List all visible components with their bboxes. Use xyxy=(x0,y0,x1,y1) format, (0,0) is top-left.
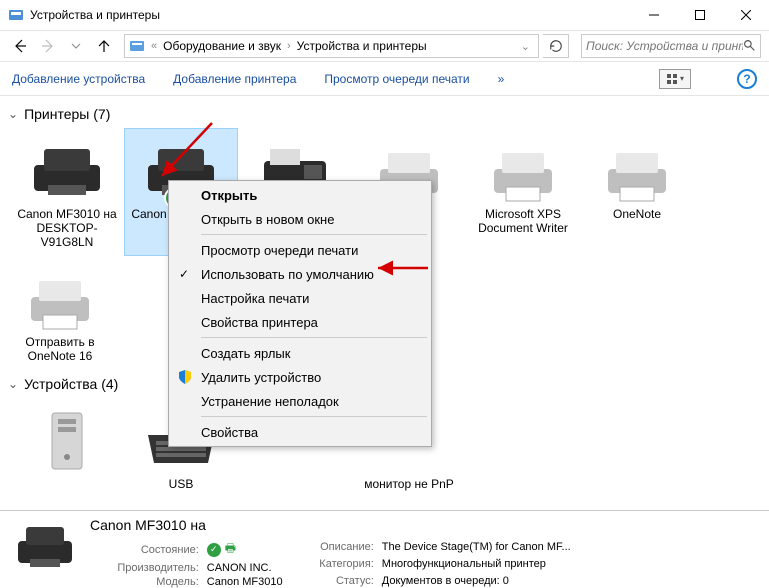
toolbar-overflow[interactable]: » xyxy=(498,72,505,86)
location-icon xyxy=(129,38,145,54)
lbl-category: Категория: xyxy=(310,558,374,570)
window-title: Устройства и принтеры xyxy=(30,8,160,22)
close-button[interactable] xyxy=(723,0,769,30)
up-button[interactable] xyxy=(92,34,116,58)
view-queue-link[interactable]: Просмотр очереди печати xyxy=(324,72,469,86)
state-value: ✓🖶 xyxy=(207,539,236,560)
details-pane: Canon MF3010 на Состояние: ✓🖶 Производит… xyxy=(0,510,769,586)
printer-item[interactable]: Canon MF3010 на DESKTOP-V91G8LN xyxy=(10,128,124,256)
tower-pc-icon xyxy=(24,405,110,475)
val-category: Многофункциональный принтер xyxy=(382,558,580,570)
group-header-printers[interactable]: ⌄ Принтеры (7) xyxy=(8,106,759,122)
add-printer-link[interactable]: Добавление принтера xyxy=(173,72,296,86)
shield-icon xyxy=(177,369,193,385)
ctx-troubleshoot[interactable]: Устранение неполадок xyxy=(171,389,429,413)
val-model: Canon MF3010 xyxy=(207,576,310,588)
breadcrumb[interactable]: « Оборудование и звук › Устройства и при… xyxy=(124,34,539,58)
back-button[interactable] xyxy=(8,34,32,58)
printer-item[interactable]: Отправить в OneNote 16 xyxy=(10,256,110,370)
search-box[interactable] xyxy=(581,34,761,58)
printer-status-icon: 🖶 xyxy=(225,539,236,560)
search-input[interactable] xyxy=(586,39,743,53)
chevron-down-icon: ⌄ xyxy=(8,377,18,391)
ctx-properties[interactable]: Свойства xyxy=(171,420,429,444)
printer-item[interactable]: OneNote xyxy=(580,128,694,256)
ctx-create-shortcut[interactable]: Создать ярлык xyxy=(171,341,429,365)
check-icon: ✓ xyxy=(179,267,189,281)
details-title: Canon MF3010 на xyxy=(90,517,759,533)
context-menu: Открыть Открыть в новом окне Просмотр оч… xyxy=(168,180,432,447)
breadcrumb-sep: « xyxy=(147,40,161,52)
history-dropdown[interactable] xyxy=(64,34,88,58)
help-button[interactable]: ? xyxy=(737,69,757,89)
printer-icon xyxy=(24,135,110,205)
breadcrumb-item[interactable]: Оборудование и звук xyxy=(163,39,281,53)
ctx-delete-device[interactable]: Удалить устройство xyxy=(171,365,429,389)
ctx-printer-properties[interactable]: Свойства принтера xyxy=(171,310,429,334)
breadcrumb-dropdown-icon[interactable]: ⌄ xyxy=(517,40,534,53)
printer-icon xyxy=(17,263,103,333)
ctx-open-new-window[interactable]: Открыть в новом окне xyxy=(171,207,429,231)
device-item[interactable] xyxy=(10,398,124,498)
breadcrumb-item[interactable]: Устройства и принтеры xyxy=(297,39,427,53)
lbl-manufacturer: Производитель: xyxy=(90,562,199,574)
printer-item[interactable]: Microsoft XPS Document Writer xyxy=(466,128,580,256)
minimize-button[interactable] xyxy=(631,0,677,30)
val-description: The Device Stage(TM) for Canon MF... xyxy=(382,541,580,553)
val-status: Документов в очереди: 0 xyxy=(382,575,580,587)
lbl-status: Статус: xyxy=(310,575,374,587)
val-manufacturer: CANON INC. xyxy=(207,562,310,574)
forward-button[interactable] xyxy=(36,34,60,58)
details-thumbnail xyxy=(10,517,80,577)
maximize-button[interactable] xyxy=(677,0,723,30)
ctx-view-queue[interactable]: Просмотр очереди печати xyxy=(171,238,429,262)
refresh-button[interactable] xyxy=(543,34,569,58)
chevron-down-icon: ⌄ xyxy=(8,107,18,121)
lbl-model: Модель: xyxy=(90,576,199,588)
app-icon xyxy=(8,7,24,23)
add-device-link[interactable]: Добавление устройства xyxy=(12,72,145,86)
view-mode-button[interactable]: ▾ xyxy=(659,69,691,89)
printer-icon xyxy=(480,135,566,205)
lbl-description: Описание: xyxy=(310,541,374,553)
printer-icon xyxy=(594,135,680,205)
search-icon[interactable] xyxy=(743,39,756,53)
ctx-print-settings[interactable]: Настройка печати xyxy=(171,286,429,310)
lbl-state: Состояние: xyxy=(90,544,199,556)
